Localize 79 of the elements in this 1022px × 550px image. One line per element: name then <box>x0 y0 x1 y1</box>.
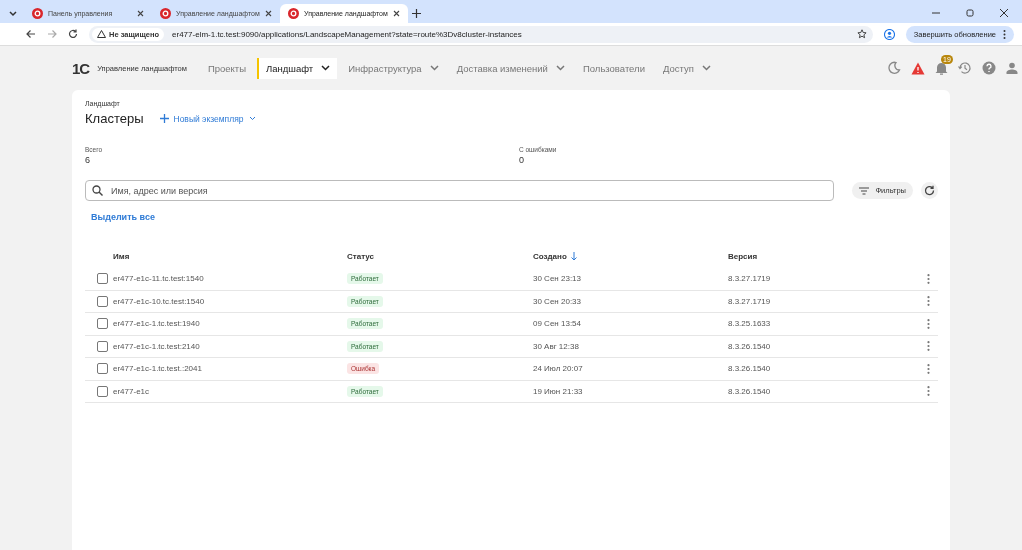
warning-icon[interactable] <box>911 61 925 75</box>
table-cell-text: er477-e1c-1.tc.test.:2041 <box>113 364 203 374</box>
chevron-down-icon <box>248 116 256 121</box>
more-icon[interactable] <box>927 386 930 397</box>
new-instance-button[interactable]: Новый экземпляр <box>159 113 256 124</box>
row-checkbox[interactable] <box>97 295 108 307</box>
column-header[interactable]: Статус <box>347 251 533 261</box>
favicon-icon <box>160 8 171 19</box>
table-cell-text: 8.3.27.1719 <box>728 296 772 306</box>
search-icon <box>92 185 103 196</box>
favicon-icon <box>288 8 299 19</box>
warning-icon <box>97 30 106 38</box>
filter-icon <box>859 186 870 195</box>
table-cell-text: 8.3.26.1540 <box>728 364 772 374</box>
more-icon[interactable] <box>927 318 930 329</box>
restore-icon[interactable] <box>966 9 974 17</box>
table-cell-text: 8.3.25.1633 <box>728 319 772 329</box>
nav-item[interactable]: Проекты <box>200 57 254 79</box>
search-field[interactable]: Имя, адрес или версия <box>85 180 835 201</box>
table-cell-text: 30 Сен 23:13 <box>533 274 582 284</box>
new-tab-icon[interactable] <box>412 9 421 18</box>
table-cell-text: 30 Сен 20:33 <box>533 296 582 306</box>
profile-icon[interactable] <box>883 28 895 40</box>
logo[interactable]: 1С <box>72 59 90 77</box>
table-cell-text: 8.3.26.1540 <box>728 341 772 351</box>
column-header[interactable]: Имя <box>113 251 347 261</box>
more-icon[interactable] <box>927 296 930 307</box>
table-cell-text: 09 Сен 13:54 <box>533 319 582 329</box>
close-icon[interactable] <box>265 10 272 17</box>
help-icon[interactable] <box>982 61 996 75</box>
stat-value: 0 <box>519 155 525 165</box>
plus-icon <box>159 114 169 123</box>
table-cell-text: 30 Авг 12:38 <box>533 341 580 351</box>
nav-item[interactable]: Пользователи <box>575 57 652 79</box>
back-icon[interactable] <box>26 29 36 39</box>
table-cell-text: er477-e1c-1.tc.test:1940 <box>113 319 201 329</box>
row-checkbox[interactable] <box>97 273 108 285</box>
history-icon[interactable] <box>958 61 972 75</box>
bell-icon[interactable] <box>935 61 948 75</box>
select-all-link[interactable]: Выделить все <box>91 212 155 222</box>
row-checkbox[interactable] <box>97 363 108 375</box>
refresh-button[interactable] <box>921 182 938 199</box>
more-icon[interactable] <box>927 341 930 352</box>
user-icon[interactable] <box>1006 62 1018 74</box>
nav-item[interactable]: Ландшафт <box>257 57 338 79</box>
close-icon[interactable] <box>1000 9 1008 17</box>
row-checkbox[interactable] <box>97 318 108 330</box>
more-icon[interactable] <box>927 363 930 374</box>
nav-item[interactable]: Инфраструктура <box>341 57 446 79</box>
row-checkbox[interactable] <box>97 385 108 397</box>
more-icon[interactable] <box>927 273 930 284</box>
page-title: Кластеры <box>85 111 144 126</box>
refresh-icon <box>924 185 935 196</box>
moon-icon[interactable] <box>887 61 901 75</box>
table-cell-text: 24 Июл 20:07 <box>533 364 584 374</box>
row-checkbox[interactable] <box>97 340 108 352</box>
table-cell-text: er477-e1c-10.tc.test:1540 <box>113 296 206 306</box>
table-cell-text: er477-e1c-1.tc.test:2140 <box>113 341 201 351</box>
table-cell-text: er477-e1c-11.tc.test:1540 <box>113 274 205 284</box>
star-icon[interactable] <box>856 29 867 39</box>
table-cell-text: 8.3.27.1719 <box>728 274 772 284</box>
reload-icon[interactable] <box>68 29 78 39</box>
stat-value: 6 <box>85 155 91 165</box>
close-icon[interactable] <box>137 10 144 17</box>
table-cell-text: 8.3.26.1540 <box>728 386 772 396</box>
table-cell-text: er477-e1c <box>113 386 151 396</box>
nav-item[interactable]: Доставка изменений <box>449 57 572 79</box>
sort-down-icon <box>570 251 577 261</box>
more-icon <box>1003 29 1006 39</box>
minimize-icon[interactable] <box>932 9 940 17</box>
url-text: er477-elm-1.tc.test:9090/applications/LandscapeManagement?state=route%3Dv8cluster-instances <box>172 29 522 39</box>
favicon-icon <box>32 8 43 19</box>
nav-item[interactable]: Доступ <box>655 57 718 79</box>
column-header[interactable]: Создано <box>533 251 728 261</box>
table-cell-text: 19 Июн 21:33 <box>533 386 584 396</box>
close-icon[interactable] <box>393 10 400 17</box>
forward-icon[interactable] <box>47 29 57 39</box>
column-header[interactable]: Версия <box>728 251 919 261</box>
chevron-down-icon[interactable] <box>321 65 331 71</box>
